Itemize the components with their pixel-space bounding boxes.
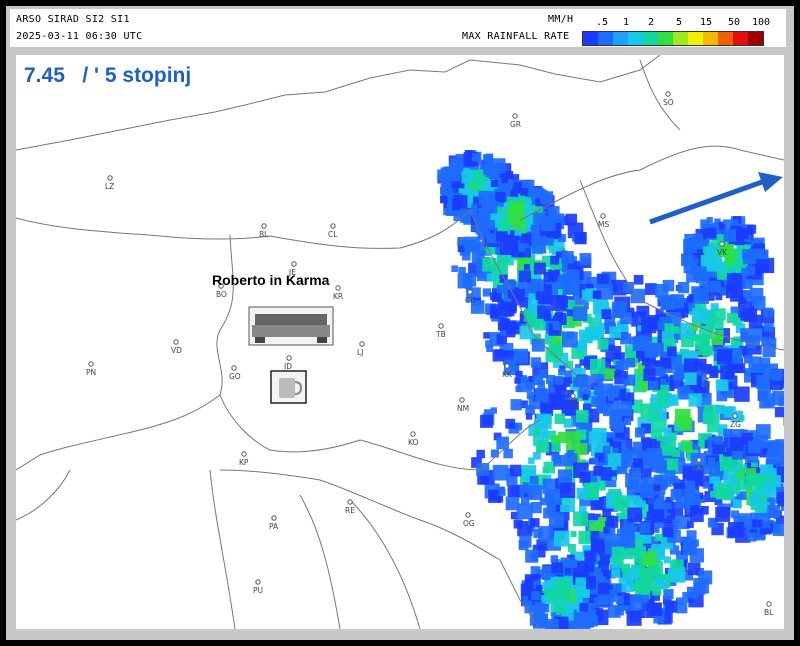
city-label: GO: [229, 372, 241, 381]
city-marker: [107, 175, 113, 181]
city-marker: [467, 289, 473, 295]
caption-label: Roberto in Karma: [212, 272, 330, 288]
city-label: VD: [171, 346, 182, 355]
city-label: PN: [86, 368, 96, 377]
city-marker: [696, 457, 702, 463]
city-label: GR: [510, 120, 521, 129]
city-marker: [504, 363, 510, 369]
city-label: KK: [502, 370, 513, 379]
scale-value: .5: [596, 17, 609, 28]
city-marker: [291, 261, 297, 267]
city-marker: [261, 223, 267, 229]
city-label: MS: [598, 220, 609, 229]
city-marker: [255, 579, 261, 585]
city-label: BL: [259, 230, 269, 239]
timestamp-label: 2025-03-11 06:30 UTC: [16, 31, 143, 42]
scale-swatch: [673, 32, 688, 45]
city-marker: [347, 499, 353, 505]
city-label: KR: [333, 292, 343, 301]
city-label: KP: [239, 458, 249, 467]
city-label: BJ: [703, 380, 710, 389]
city-marker: [705, 373, 711, 379]
unit-label: MM/H: [548, 14, 574, 25]
city-label: BO: [216, 290, 227, 299]
city-label: LZ: [105, 182, 114, 191]
city-marker: [459, 397, 465, 403]
city-label: CL: [328, 230, 338, 239]
city-marker: [231, 365, 237, 371]
radar-map: GR SO LZ BL CL MS VK JE KR CE BO TB LJ VD PN GO ID KK NM PO…: [16, 55, 784, 629]
station-label: ARSO SIRAD SI2 SI1: [16, 14, 130, 25]
city-marker: [465, 512, 471, 518]
scale-swatch: [583, 32, 598, 45]
temperature-overlay: 7.45 / ' 5 stopinj: [24, 64, 192, 87]
city-label: PU: [253, 586, 263, 595]
scale-value: 5: [676, 17, 683, 28]
scale-swatch: [658, 32, 673, 45]
scale-values: .5 1 2 5 15 50 100: [592, 17, 782, 29]
city-label: LJ: [357, 348, 363, 357]
scale-value: 1: [623, 17, 630, 28]
city-label: NM: [457, 404, 469, 413]
scale-swatch: [643, 32, 658, 45]
city-marker: [719, 241, 725, 247]
scale-swatch: [733, 32, 748, 45]
scale-swatch: [718, 32, 733, 45]
scale-swatch: [613, 32, 628, 45]
city-marker: [410, 431, 416, 437]
map-canvas: GRSOLZBL CLMSVKJEKR CEBOTBLJVDPN GOIDKKNM PO…: [16, 55, 784, 629]
city-label: KO: [408, 438, 419, 447]
city-label: CE: [465, 296, 475, 305]
city-marker: [512, 113, 518, 119]
city-marker: [665, 91, 671, 97]
city-marker: [241, 451, 247, 457]
sofa-icon: [248, 306, 334, 346]
city-marker: [766, 601, 772, 607]
arrow-icon: [649, 172, 783, 225]
city-label: VK: [717, 248, 728, 257]
scale-swatch: [628, 32, 643, 45]
city-marker: [438, 323, 444, 329]
city-label: KA: [694, 464, 705, 473]
city-label: RE: [345, 506, 355, 515]
rate-label: MAX RAINFALL RATE: [462, 31, 570, 42]
mug-icon: [270, 370, 307, 404]
city-label: ID: [284, 362, 292, 371]
scale-value: 15: [700, 17, 713, 28]
scale-value: 50: [728, 17, 741, 28]
city-marker: [286, 355, 292, 361]
city-marker: [359, 341, 365, 347]
city-label: SO: [663, 98, 674, 107]
city-label: TB: [435, 330, 446, 339]
city-label: PA: [269, 522, 279, 531]
city-marker: [330, 223, 336, 229]
city-marker: [335, 285, 341, 291]
scale-swatch: [598, 32, 613, 45]
city-label: BL: [764, 608, 774, 617]
scale-swatch: [748, 32, 763, 45]
city-label: PO: [568, 400, 579, 409]
city-marker: [271, 515, 277, 521]
rainfall-color-scale: [582, 31, 764, 46]
scale-value: 2: [648, 17, 655, 28]
city-marker: [88, 361, 94, 367]
rainfall-layer: [437, 150, 784, 629]
city-marker: [732, 413, 738, 419]
scale-value: 100: [752, 17, 771, 28]
scale-swatch: [688, 32, 703, 45]
city-marker: [173, 339, 179, 345]
scale-swatch: [703, 32, 718, 45]
city-label: ZG: [730, 420, 741, 429]
city-marker: [570, 393, 576, 399]
city-label: OG: [463, 519, 475, 528]
city-marker: [600, 213, 606, 219]
